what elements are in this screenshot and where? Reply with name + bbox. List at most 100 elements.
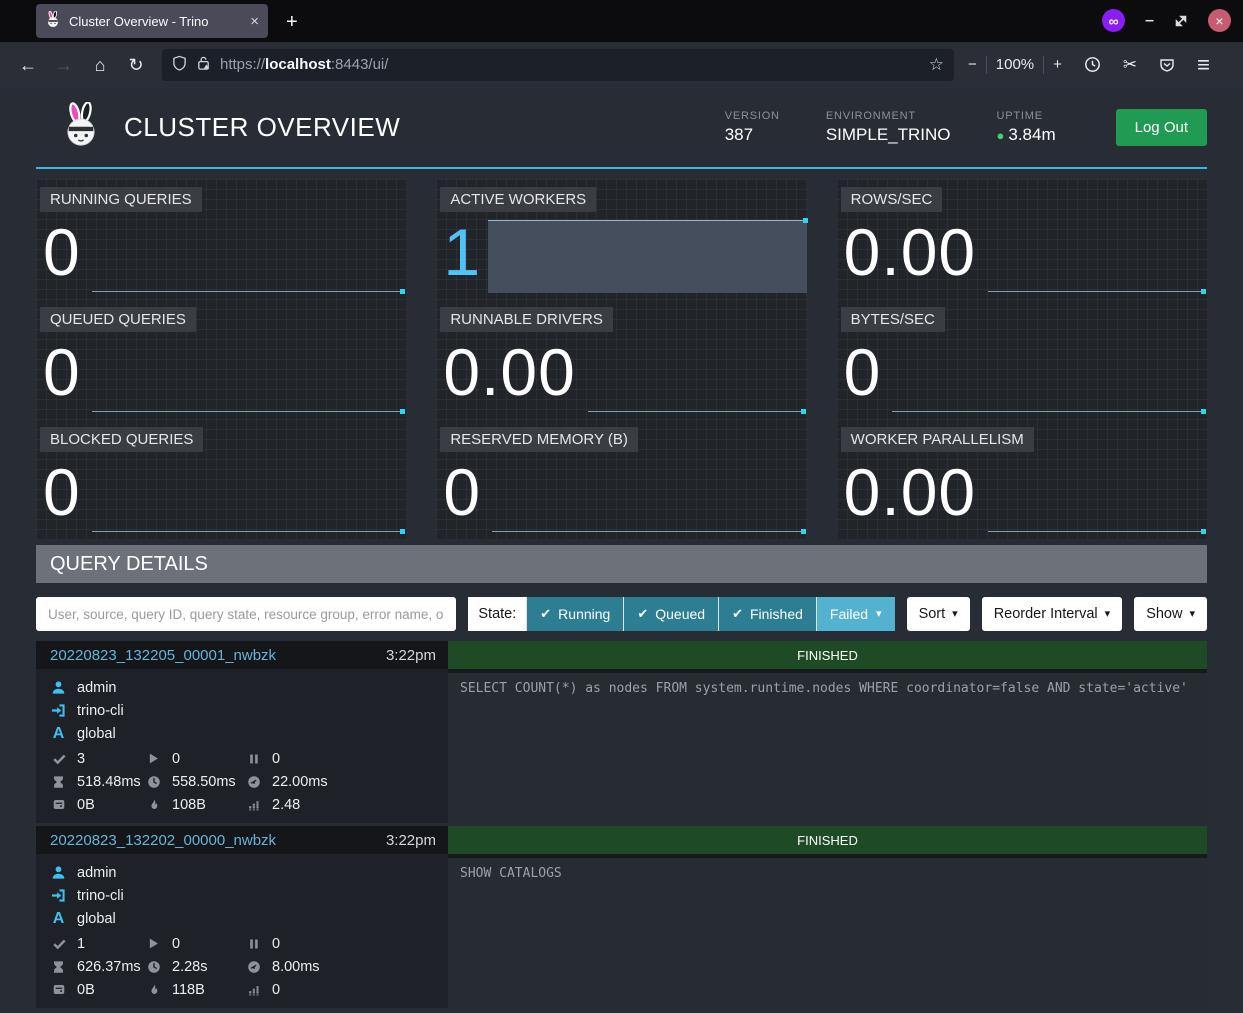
query-header: 20220823_132202_00000_nwbzk 3:22pm <box>36 826 448 854</box>
stat-label: BYTES/SEC <box>841 307 945 332</box>
state-filter-queued[interactable]: ✔Queued <box>623 597 718 631</box>
completed-splits-check-icon <box>50 752 67 766</box>
url-bar[interactable]: https://localhost:8443/ui/ ☆ <box>162 49 954 81</box>
parallelism-value: 2.48 <box>272 797 300 813</box>
page-header: CLUSTER OVERVIEW VERSION 387 ENVIRONMENT… <box>36 102 1207 169</box>
queued-splits-value: 0 <box>272 751 280 767</box>
screenshot-icon[interactable]: ✂ <box>1123 55 1137 75</box>
show-dropdown[interactable]: Show▾ <box>1134 597 1207 631</box>
sparkline <box>92 411 405 412</box>
running-splits-play-icon <box>145 937 162 950</box>
query-state-bar: FINISHED <box>448 826 1207 854</box>
url-text[interactable]: https://localhost:8443/ui/ <box>220 56 920 73</box>
running-splits-value: 0 <box>172 936 180 952</box>
completed-splits-value: 1 <box>77 936 85 952</box>
query-info-panel: admin trino-cli Aglobal 3 0 0 518.48ms 5… <box>36 669 448 823</box>
stat-card-active-workers: ACTIVE WORKERS 1 <box>436 179 806 299</box>
stat-card-blocked-queries: BLOCKED QUERIES 0 <box>36 419 406 539</box>
uptime-label: UPTIME <box>997 110 1056 122</box>
private-browsing-icon: ∞ <box>1102 9 1125 32</box>
forward-button[interactable]: → <box>48 49 80 81</box>
back-button[interactable]: ← <box>12 49 44 81</box>
zoom-in-button[interactable]: + <box>1053 56 1062 73</box>
queued-splits-pause-icon <box>245 753 262 765</box>
stat-value: 0 <box>844 339 882 405</box>
state-filter-finished[interactable]: ✔Finished <box>718 597 816 631</box>
stat-label: RUNNING QUERIES <box>40 187 202 212</box>
cpu-time-value: 2.28s <box>172 959 207 975</box>
running-splits-play-icon <box>145 752 162 765</box>
running-splits-value: 0 <box>172 751 180 767</box>
peak-memory-flame-icon <box>145 798 162 812</box>
blocked-time-value: 8.00ms <box>272 959 320 975</box>
pocket-shield-icon[interactable] <box>1159 57 1175 73</box>
stat-label: ROWS/SEC <box>841 187 943 212</box>
parallelism-value: 0 <box>272 982 280 998</box>
version-label: VERSION <box>725 110 780 122</box>
uptime-status-dot: ● <box>997 128 1005 143</box>
query-filter-toolbar: State: ✔Running ✔Queued ✔Finished Failed… <box>36 597 1207 631</box>
parallelism-chart-icon <box>245 798 262 811</box>
state-queued-label: Queued <box>655 597 705 631</box>
queued-splits-pause-icon <box>245 938 262 950</box>
tracking-shield-icon[interactable] <box>172 55 187 75</box>
sparkline-dot <box>801 409 806 414</box>
reload-button[interactable]: ↻ <box>120 49 152 81</box>
logout-button[interactable]: Log Out <box>1116 109 1207 146</box>
tab-close-icon[interactable]: × <box>250 13 259 30</box>
stat-card-rows-sec: ROWS/SEC 0.00 <box>837 179 1207 299</box>
query-info-panel: admin trino-cli Aglobal 1 0 0 626.37ms 2… <box>36 854 448 1008</box>
browser-tab[interactable]: Cluster Overview - Trino × <box>36 4 268 38</box>
lock-warning-icon[interactable] <box>196 55 211 75</box>
sparkline-area <box>488 220 806 293</box>
sparkline <box>92 531 405 532</box>
chevron-down-icon: ▾ <box>876 597 882 631</box>
source-sign-in-icon <box>50 703 67 718</box>
state-filter-failed-dropdown[interactable]: Failed▾ <box>816 597 895 631</box>
window-maximize-button[interactable] <box>1174 14 1188 28</box>
divider <box>986 56 987 74</box>
reorder-interval-dropdown[interactable]: Reorder Interval▾ <box>982 597 1123 631</box>
page-title: CLUSTER OVERVIEW <box>124 112 400 143</box>
trino-favicon-icon <box>45 11 61 31</box>
sparkline <box>988 291 1205 292</box>
window-close-button[interactable]: × <box>1208 9 1231 32</box>
new-tab-button[interactable]: + <box>286 12 298 32</box>
environment-label: ENVIRONMENT <box>826 110 951 122</box>
state-finished-label: Finished <box>750 597 803 631</box>
stat-value: 0 <box>43 219 81 285</box>
wall-time-hourglass-icon <box>50 775 67 789</box>
query-time: 3:22pm <box>386 647 436 664</box>
stat-label: BLOCKED QUERIES <box>40 427 203 452</box>
query-search-input[interactable] <box>36 597 456 631</box>
stat-card-queued-queries: QUEUED QUERIES 0 <box>36 299 406 419</box>
blocked-time-gauge-icon <box>245 775 262 789</box>
completed-splits-check-icon <box>50 937 67 951</box>
url-scheme: https:// <box>220 56 265 73</box>
menu-icon[interactable]: ≡ <box>1197 54 1210 76</box>
state-filter-running[interactable]: ✔Running <box>526 597 623 631</box>
query-source: trino-cli <box>77 703 124 719</box>
stat-value: 1 <box>443 219 481 285</box>
window-minimize-button[interactable]: – <box>1145 12 1154 30</box>
query-header: 20220823_132205_00001_nwbzk 3:22pm <box>36 641 448 669</box>
stat-card-worker-parallelism: WORKER PARALLELISM 0.00 <box>837 419 1207 539</box>
stat-value: 0.00 <box>844 219 976 285</box>
sort-dropdown[interactable]: Sort▾ <box>907 597 970 631</box>
home-button[interactable]: ⌂ <box>84 49 116 81</box>
history-clock-icon[interactable] <box>1084 56 1101 73</box>
sparkline-dot <box>1201 529 1206 534</box>
sparkline <box>588 411 805 412</box>
zoom-out-button[interactable]: − <box>968 56 977 73</box>
query-id-link[interactable]: 20220823_132202_00000_nwbzk <box>50 832 276 849</box>
trino-logo-icon <box>60 102 102 153</box>
sparkline-dot <box>801 529 806 534</box>
resource-group-icon: A <box>50 725 67 743</box>
zoom-level[interactable]: 100% <box>996 56 1034 73</box>
query-id-link[interactable]: 20220823_132205_00001_nwbzk <box>50 647 276 664</box>
divider <box>1043 56 1044 74</box>
bookmark-star-icon[interactable]: ☆ <box>929 55 944 75</box>
stat-value: 0 <box>43 339 81 405</box>
check-icon: ✔ <box>732 597 743 631</box>
user-icon <box>50 680 67 695</box>
